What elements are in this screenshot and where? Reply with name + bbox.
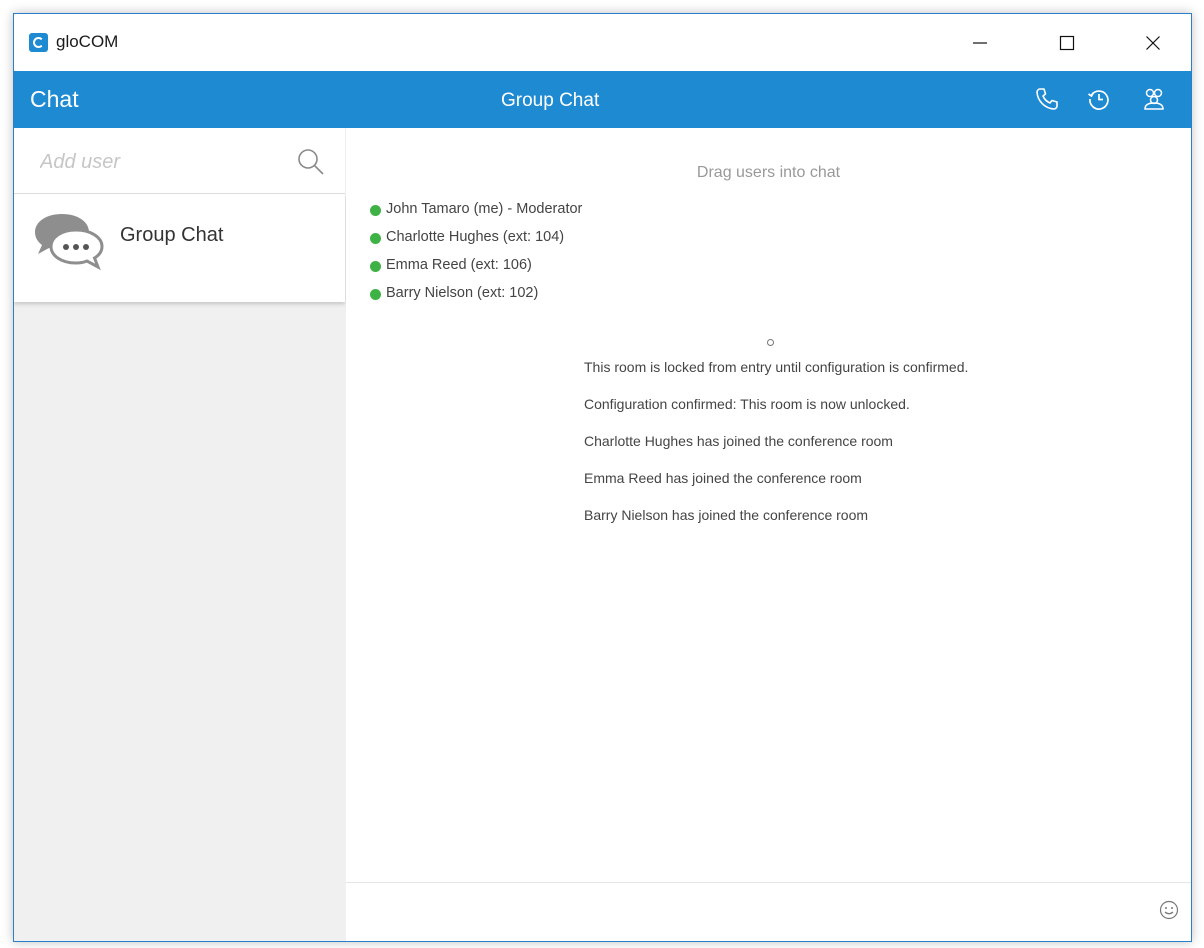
- system-message: Barry Nielson has joined the conference …: [584, 507, 869, 523]
- message-composer: [346, 882, 1191, 941]
- window-title: gloCOM: [56, 32, 119, 51]
- system-message: Emma Reed has joined the conference room: [584, 470, 862, 486]
- system-message: Configuration confirmed: This room is no…: [584, 396, 910, 412]
- chat-title: Group Chat: [501, 90, 600, 111]
- participant-name: Emma Reed (ext: 106): [386, 257, 532, 273]
- app-logo-icon: [29, 33, 48, 52]
- message-input[interactable]: [358, 895, 1132, 929]
- maximize-icon: [1059, 35, 1075, 51]
- add-user-search: [14, 128, 345, 194]
- loading-indicator-icon: [767, 339, 774, 346]
- chat-sidebar: Group Chat: [14, 128, 346, 941]
- online-status-icon: [370, 261, 381, 272]
- minimize-icon: [973, 42, 987, 44]
- section-title: Chat: [30, 86, 79, 112]
- app-window: gloCOM Chat Group Chat Add user Group Ch…: [13, 13, 1192, 942]
- participants-icon[interactable]: [1141, 86, 1167, 112]
- app-header: Chat Group Chat: [14, 71, 1191, 128]
- chat-bubbles-icon: [35, 214, 104, 271]
- search-icon[interactable]: [295, 146, 327, 178]
- history-icon[interactable]: [1086, 86, 1112, 112]
- online-status-icon: [370, 289, 381, 300]
- chat-list-item-label: Group Chat: [120, 224, 224, 246]
- system-message: This room is locked from entry until con…: [584, 359, 969, 375]
- phone-icon[interactable]: [1034, 86, 1060, 112]
- drag-hint: Drag users into chat: [696, 164, 841, 181]
- participant-name: Barry Nielson (ext: 102): [386, 285, 539, 301]
- title-bar: gloCOM: [14, 14, 1191, 71]
- online-status-icon: [370, 205, 381, 216]
- participant-name: Charlotte Hughes (ext: 104): [386, 229, 565, 245]
- close-icon: [1146, 36, 1160, 50]
- minimize-button[interactable]: [957, 24, 1003, 62]
- emoji-icon[interactable]: [1159, 900, 1179, 920]
- chat-panel: Drag users into chat John Tamaro (me) - …: [346, 128, 1191, 941]
- message-list: This room is locked from entry until con…: [584, 359, 968, 544]
- close-button[interactable]: [1130, 24, 1176, 62]
- online-status-icon: [370, 233, 381, 244]
- chat-list-item-group-chat[interactable]: Group Chat: [14, 194, 345, 302]
- maximize-button[interactable]: [1044, 24, 1090, 62]
- add-user-input[interactable]: [38, 146, 282, 178]
- system-message: Charlotte Hughes has joined the conferen…: [584, 433, 893, 449]
- participant-name: John Tamaro (me) - Moderator: [386, 201, 583, 217]
